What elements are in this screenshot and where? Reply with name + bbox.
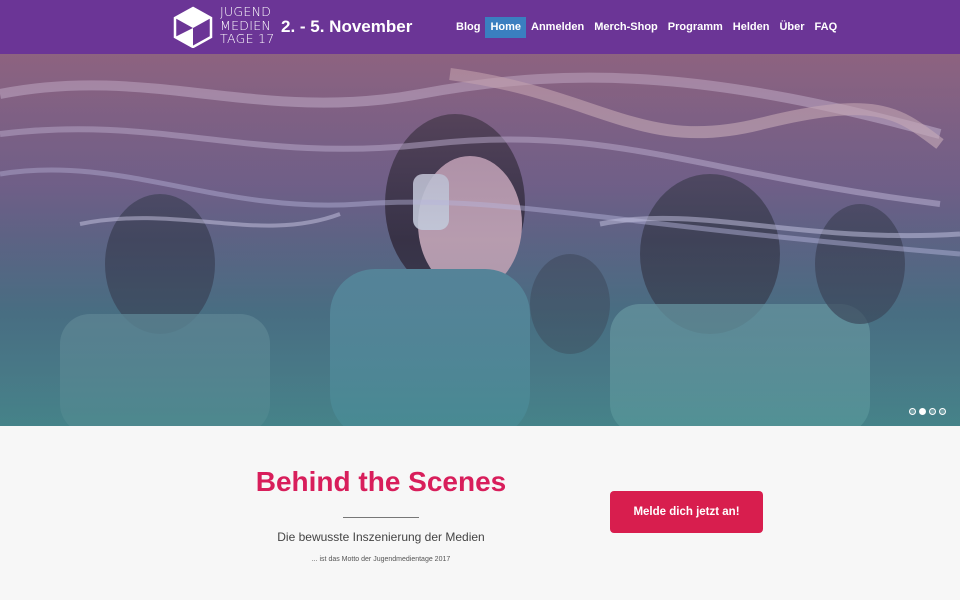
nav-item-programm[interactable]: Programm <box>663 17 728 38</box>
nav-item-helden[interactable]: Helden <box>728 17 775 38</box>
nav-item-ueber[interactable]: Über <box>774 17 809 38</box>
logo-line-1: JUGEND <box>220 4 272 19</box>
logo-line-2: MEDIEN <box>220 17 272 33</box>
jmt-logo-icon[interactable] <box>172 6 214 48</box>
logo-wordmark[interactable]: JUGEND MEDIEN TAGE 17 <box>220 5 275 46</box>
nav-item-merch-shop[interactable]: Merch-Shop <box>589 17 663 38</box>
logo-line-3: TAGE 17 <box>220 31 275 46</box>
top-navigation-bar: JUGEND MEDIEN TAGE 17 2. - 5. November B… <box>0 0 960 54</box>
slider-dot-3[interactable] <box>929 408 936 415</box>
slider-dot-1[interactable] <box>909 408 916 415</box>
nav-item-blog[interactable]: Blog <box>451 17 485 38</box>
main-menu: Blog Home Anmelden Merch-Shop Programm H… <box>451 17 842 38</box>
slider-pagination <box>909 408 946 415</box>
slider-dot-2[interactable] <box>919 408 926 415</box>
hero-photo <box>0 54 960 426</box>
nav-item-faq[interactable]: FAQ <box>810 17 843 38</box>
event-date: 2. - 5. November <box>281 17 413 36</box>
motto-headline: Behind the Scenes <box>255 466 507 497</box>
motto-subtitle: Die bewusste Inszenierung der Medien <box>277 530 485 544</box>
slider-dot-4[interactable] <box>939 408 946 415</box>
headline-divider <box>343 517 419 518</box>
intro-section: Behind the Scenes Die bewusste Inszenier… <box>0 426 960 600</box>
motto-caption: ... ist das Motto der Jugendmedientage 2… <box>311 556 451 563</box>
register-button[interactable]: Melde dich jetzt an! <box>610 491 763 533</box>
nav-item-anmelden[interactable]: Anmelden <box>526 17 589 38</box>
hero-slider[interactable] <box>0 54 960 426</box>
nav-item-home[interactable]: Home <box>485 17 527 38</box>
